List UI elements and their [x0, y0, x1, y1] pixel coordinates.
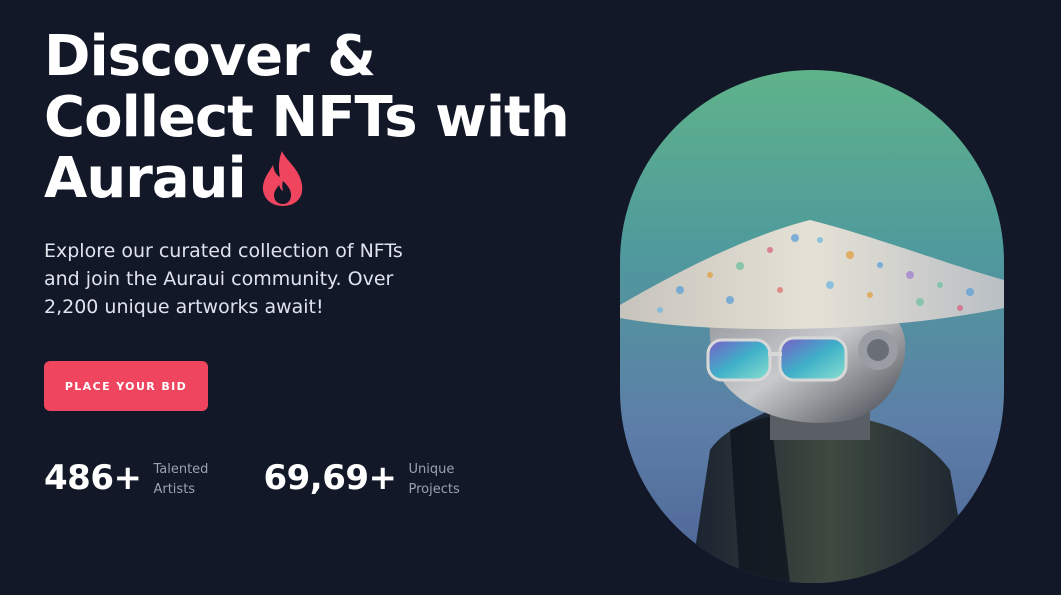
- stat-label: Talented Artists: [153, 460, 223, 500]
- stat-label-line-2: Projects: [408, 482, 460, 497]
- stat-label-line-2: Artists: [153, 482, 196, 497]
- hero-title-line-2: Collect NFTs with: [44, 85, 570, 150]
- hero-subtitle: Explore our curated collection of NFTs a…: [44, 240, 403, 318]
- hero-section: Discover & Collect NFTs with Auraui Expl…: [0, 0, 1061, 595]
- hero-title-line-3: Auraui: [44, 148, 584, 211]
- stat-label-line-1: Unique: [408, 462, 455, 477]
- stat-label-line-1: Talented: [153, 462, 209, 477]
- stat-value: 69,69+: [263, 458, 397, 498]
- brand-name: Auraui: [44, 146, 247, 211]
- stat-value: 486+: [44, 458, 142, 498]
- stats-row: 486+ Talented Artists 69,69+ Unique Proj…: [44, 456, 519, 500]
- place-bid-button[interactable]: PLACE YOUR BID: [44, 361, 208, 411]
- hero-title: Discover & Collect NFTs with Auraui: [44, 26, 584, 211]
- hero-title-line-1: Discover &: [44, 24, 376, 89]
- stat-projects: 69,69+ Unique Projects: [263, 456, 478, 500]
- stat-artists: 486+ Talented Artists: [44, 456, 223, 500]
- nft-artwork-image: [620, 70, 1004, 583]
- fire-icon: [260, 149, 306, 207]
- stat-label: Unique Projects: [409, 460, 479, 500]
